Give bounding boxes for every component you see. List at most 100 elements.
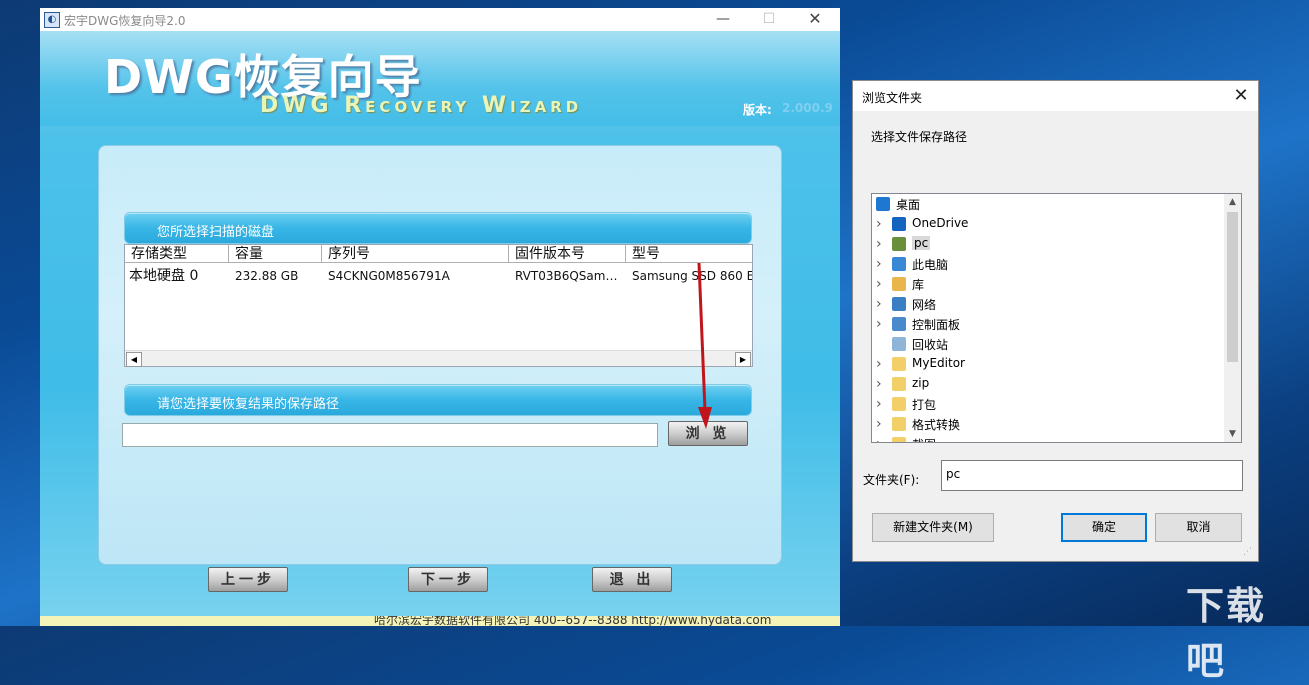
logo-title-en: DWG Recovery Wizard (260, 93, 583, 118)
column-header-serial[interactable]: 序列号 (322, 245, 509, 263)
chevron-right-icon[interactable]: › (876, 357, 886, 371)
tree-item-label: zip (912, 376, 930, 390)
chevron-right-icon[interactable]: › (876, 237, 886, 251)
browse-folder-dialog: 浏览文件夹 ✕ 选择文件保存路径 桌面 › OneDrive › pc › 此电脑 › 库 › 网络… (852, 80, 1259, 562)
chevron-right-icon[interactable]: › (876, 257, 886, 271)
tree-item[interactable]: › pc (872, 234, 1224, 254)
tree-item[interactable]: 回收站 (872, 334, 1224, 354)
chevron-right-icon[interactable]: › (876, 437, 886, 442)
chevron-right-icon[interactable]: › (876, 277, 886, 291)
tree-item[interactable]: › 网络 (872, 294, 1224, 314)
disk-section-title: 您所选择扫描的磁盘 (157, 225, 275, 240)
tree-vertical-scrollbar[interactable]: ▲ ▼ (1224, 194, 1241, 442)
folder-tree[interactable]: 桌面 › OneDrive › pc › 此电脑 › 库 › 网络 › 控制面板 回收站 › MyEditor… (871, 193, 1242, 443)
maximize-button[interactable]: ☐ (746, 8, 792, 31)
tree-item-label: pc (912, 236, 931, 250)
annotation-arrow-icon (697, 262, 712, 429)
tree-item[interactable]: › 格式转换 (872, 414, 1224, 434)
cell-model: Samsung SSD 860 E (632, 269, 752, 283)
minimize-button[interactable]: — (700, 8, 746, 31)
previous-step-button[interactable]: 上一步 (208, 567, 288, 592)
path-section-title: 请您选择要恢复结果的保存路径 (157, 397, 340, 412)
tree-item-label: OneDrive (912, 216, 969, 230)
folder-icon (892, 377, 906, 391)
scroll-left-icon[interactable]: ◀ (126, 352, 142, 367)
scroll-thumb[interactable] (1227, 212, 1238, 362)
folder-icon (892, 417, 906, 431)
window-title: 宏宇DWG恢复向导2.0 (64, 14, 186, 28)
column-header-storage-type[interactable]: 存储类型 (125, 245, 229, 263)
folder-name-input[interactable]: pc (941, 460, 1243, 491)
dialog-titlebar[interactable]: 浏览文件夹 ✕ (853, 81, 1258, 111)
version-value: 2.000.9 (782, 101, 833, 115)
tree-item[interactable]: › 截图 (872, 434, 1224, 442)
tree-item[interactable]: › 库 (872, 274, 1224, 294)
scroll-right-icon[interactable]: ▶ (735, 352, 751, 367)
main-titlebar[interactable]: ◐ 宏宇DWG恢复向导2.0 — ☐ ✕ (40, 8, 840, 31)
ok-button[interactable]: 确定 (1061, 513, 1147, 542)
tree-item-label: 格式转换 (912, 418, 961, 432)
chevron-right-icon[interactable]: › (876, 317, 886, 331)
next-step-button[interactable]: 下一步 (408, 567, 488, 592)
app-body: DWG恢复向导 DWG Recovery Wizard 版本: 2.000.9 … (40, 31, 840, 626)
footer-company-info: 哈尔滨宏宇数据软件有限公司 400--657--8388 http://www.… (374, 616, 772, 626)
chevron-right-icon[interactable]: › (876, 217, 886, 231)
disk-section-header: 您所选择扫描的磁盘 (124, 212, 752, 244)
computer-icon (892, 257, 906, 271)
exit-button[interactable]: 退 出 (592, 567, 672, 592)
control-panel-icon (892, 317, 906, 331)
tree-item[interactable]: 桌面 (872, 194, 1224, 214)
save-path-input[interactable] (122, 423, 658, 447)
cell-storage-type: 本地硬盘 0 (129, 268, 199, 284)
new-folder-button[interactable]: 新建文件夹(M) (872, 513, 994, 542)
desktop-icon (876, 197, 890, 211)
tree-item-label: 控制面板 (912, 318, 961, 332)
cloud-icon (892, 217, 906, 231)
tree-item[interactable]: › 控制面板 (872, 314, 1224, 334)
tree-item-label: 网络 (912, 298, 937, 312)
column-header-firmware[interactable]: 固件版本号 (509, 245, 626, 263)
tree-item-label: 打包 (912, 398, 937, 412)
tree-item-label: 桌面 (896, 198, 921, 212)
recycle-bin-icon (892, 337, 906, 351)
folder-icon (892, 437, 906, 442)
column-header-model[interactable]: 型号 (626, 245, 752, 263)
dialog-title: 浏览文件夹 (862, 91, 923, 105)
cell-firmware: RVT03B6QSam… (515, 269, 618, 283)
version-label: 版本: (743, 103, 772, 117)
tree-item-label: 回收站 (912, 338, 949, 352)
tree-item-label: 截图 (912, 436, 936, 442)
app-header: DWG恢复向导 DWG Recovery Wizard 版本: 2.000.9 (40, 31, 840, 126)
tree-item-label: 库 (912, 278, 925, 292)
tree-item[interactable]: › 此电脑 (872, 254, 1224, 274)
dwg-recovery-window: ◐ 宏宇DWG恢复向导2.0 — ☐ ✕ DWG恢复向导 DWG Recover… (40, 8, 840, 626)
tree-item[interactable]: › OneDrive (872, 214, 1224, 234)
chevron-right-icon[interactable]: › (876, 397, 886, 411)
folder-icon (892, 397, 906, 411)
close-button[interactable]: ✕ (792, 8, 838, 31)
path-section-header: 请您选择要恢复结果的保存路径 (124, 384, 752, 416)
table-horizontal-scrollbar[interactable]: ◀ ▶ (125, 350, 752, 367)
tree-item-label: 此电脑 (912, 258, 949, 272)
chevron-right-icon[interactable]: › (876, 377, 886, 391)
app-icon: ◐ (44, 12, 60, 28)
network-icon (892, 297, 906, 311)
watermark-logo: 下载吧 (1186, 584, 1267, 683)
cell-capacity: 232.88 GB (235, 269, 299, 283)
user-icon (892, 237, 906, 251)
chevron-right-icon[interactable]: › (876, 417, 886, 431)
chevron-right-icon[interactable]: › (876, 297, 886, 311)
dialog-description: 选择文件保存路径 (871, 130, 968, 144)
scroll-down-icon[interactable]: ▼ (1227, 428, 1238, 440)
column-header-capacity[interactable]: 容量 (229, 245, 322, 263)
tree-item[interactable]: › MyEditor (872, 354, 1224, 374)
folder-field-label: 文件夹(F): (863, 473, 920, 487)
resize-grip-icon[interactable]: ⋰ (1243, 547, 1255, 559)
cancel-button[interactable]: 取消 (1155, 513, 1242, 542)
tree-item[interactable]: › 打包 (872, 394, 1224, 414)
disk-table[interactable]: 存储类型 容量 序列号 固件版本号 型号 本地硬盘 0 232.88 GB S4… (124, 244, 753, 367)
footer-bar: 哈尔滨宏宇数据软件有限公司 400--657--8388 http://www.… (40, 616, 840, 626)
scroll-up-icon[interactable]: ▲ (1227, 196, 1238, 208)
dialog-close-button[interactable]: ✕ (1228, 84, 1254, 108)
tree-item[interactable]: › zip (872, 374, 1224, 394)
